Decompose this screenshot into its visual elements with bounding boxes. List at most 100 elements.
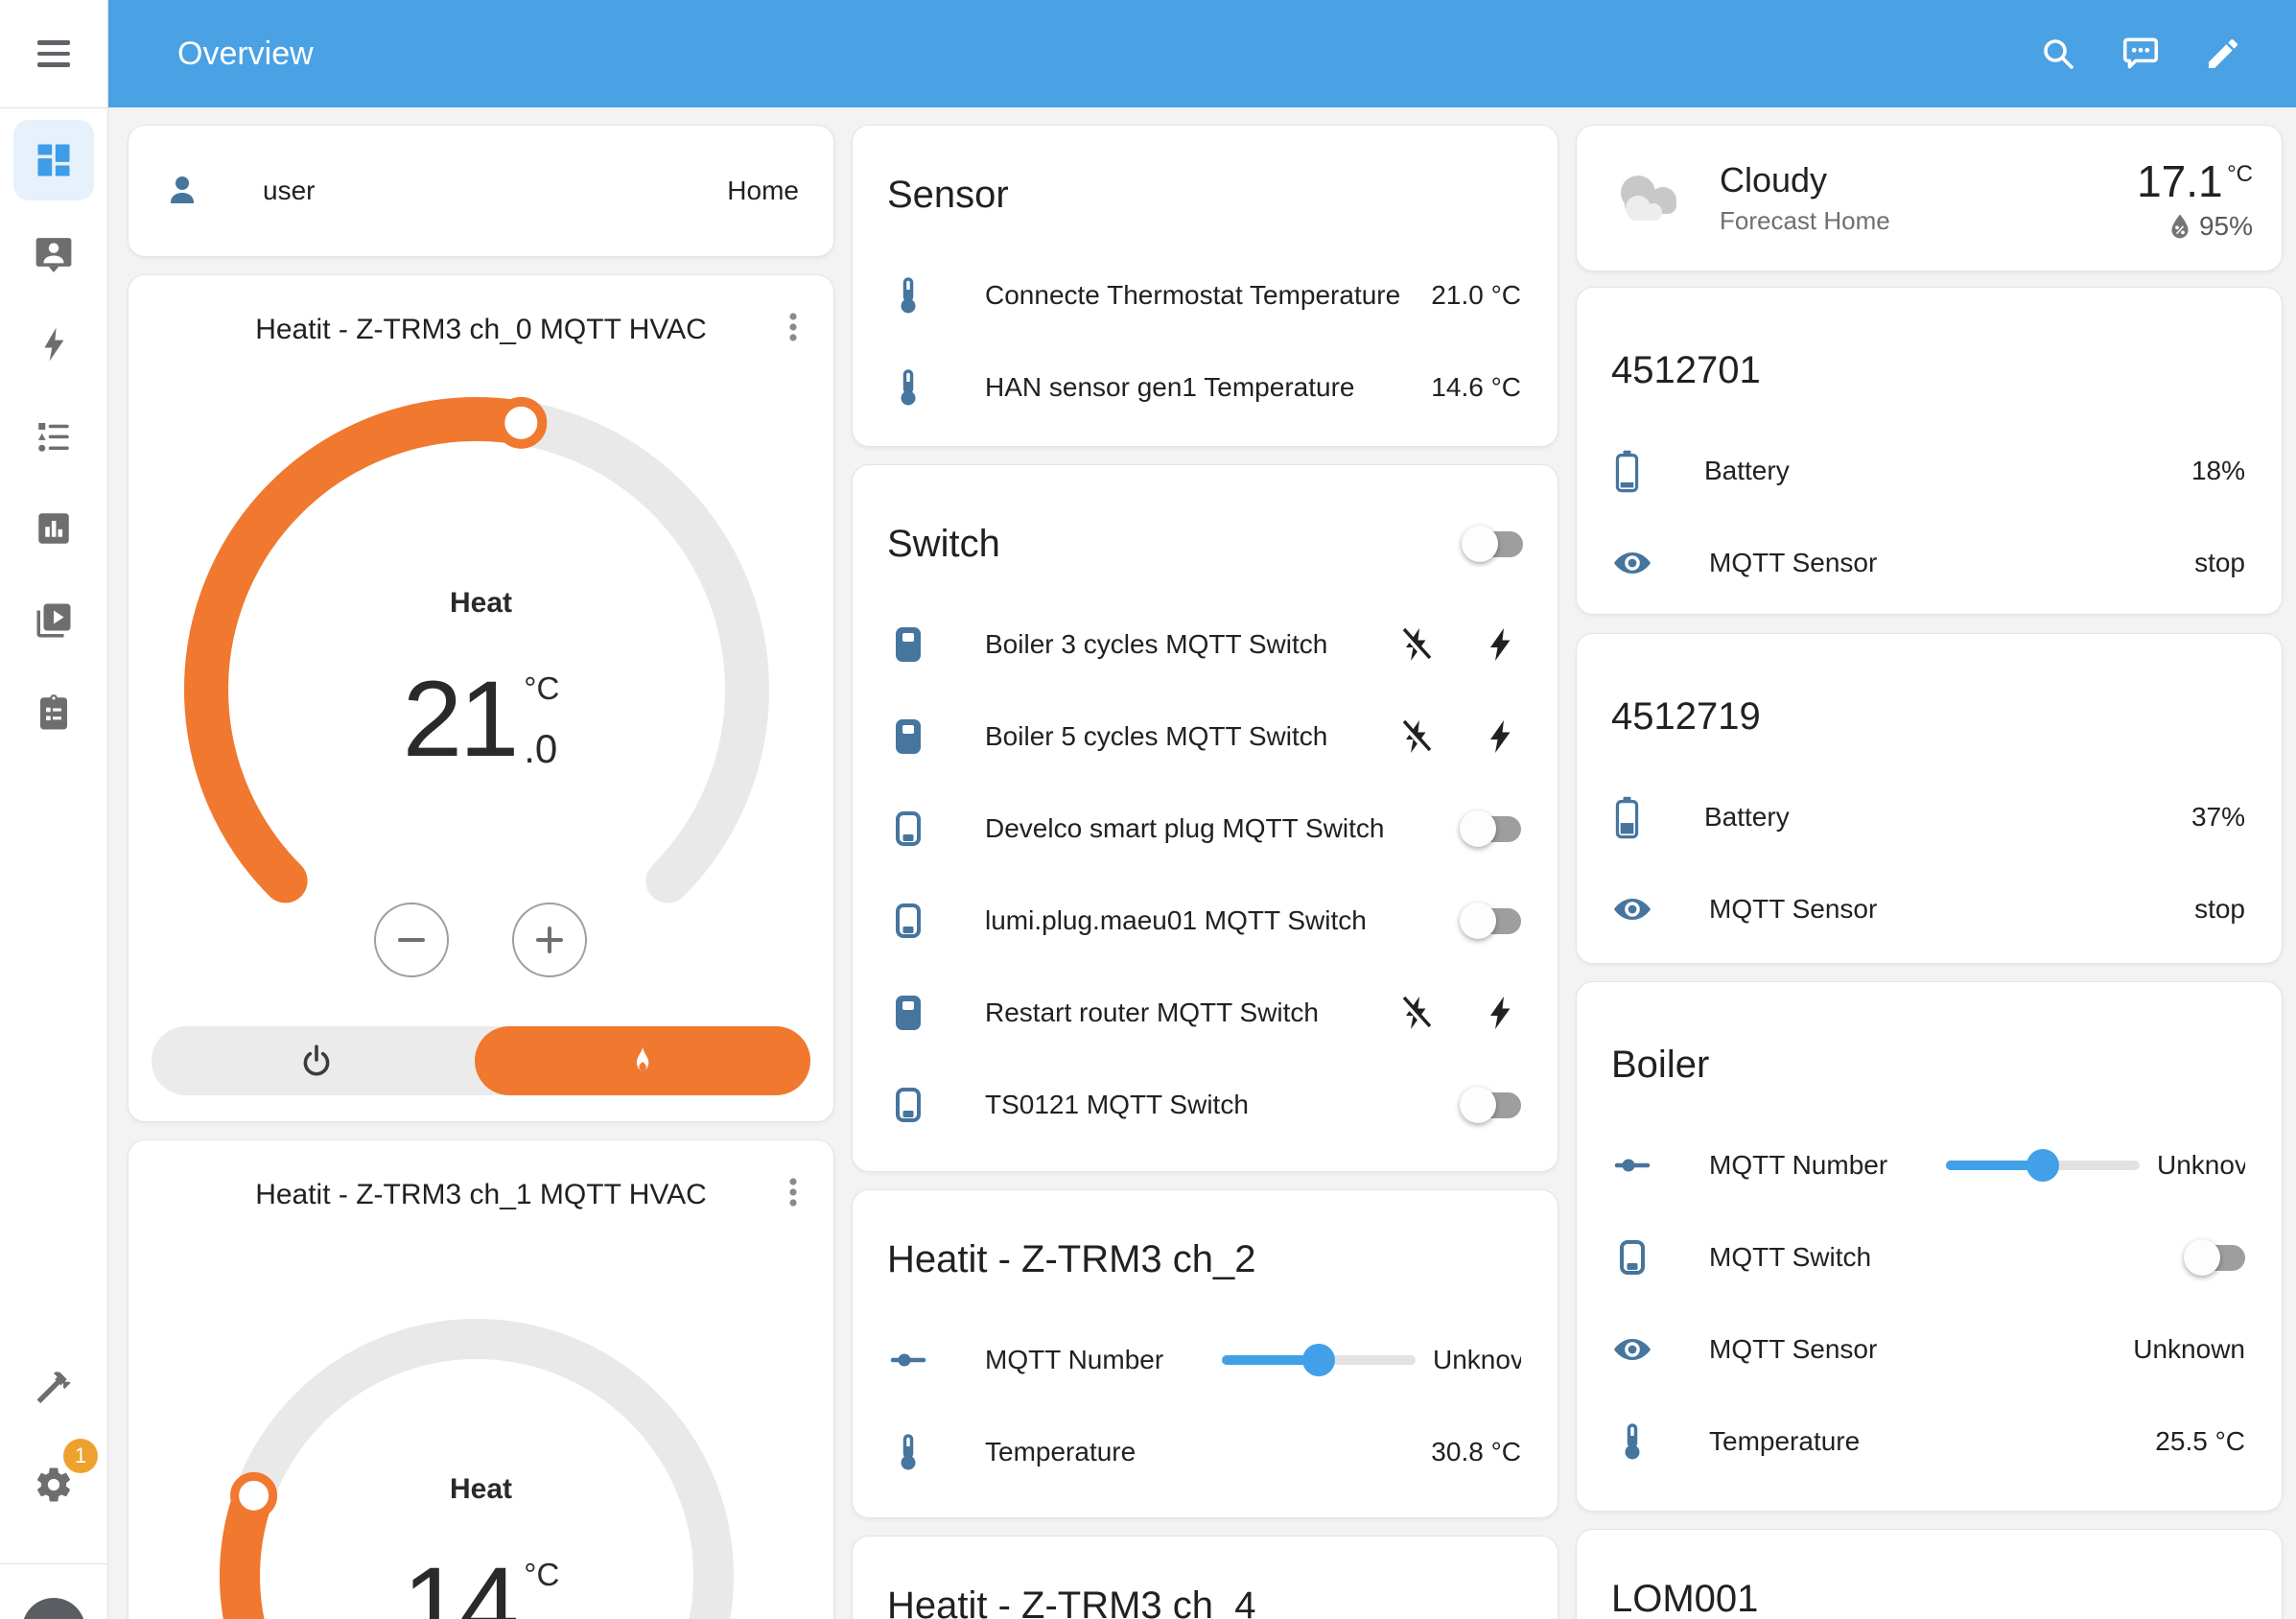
entity-name: MQTT Number [985,1345,1163,1375]
sidebar-divider [0,107,107,108]
logbook-list-icon [34,416,74,457]
thermometer-icon [889,1433,927,1471]
entity-row[interactable]: MQTT Number Unknov [853,1314,1558,1406]
sidebar-item-settings[interactable]: 1 [13,1444,94,1525]
entity-row[interactable]: MQTT Sensor stop [1577,863,2282,955]
person-name: user [263,176,315,206]
entity-name: MQTT Switch [1709,1242,1871,1273]
entity-row[interactable]: Temperature 30.8 °C [853,1406,1558,1498]
entity-row[interactable]: Boiler 5 cycles MQTT Switch [853,691,1558,783]
entity-name: lumi.plug.maeu01 MQTT Switch [985,905,1367,936]
temperature-decrease-button[interactable] [374,903,449,977]
flame-icon [624,1043,661,1079]
sidebar-item-developer-tools[interactable] [13,1347,94,1427]
hvac-mode-label: Heat [129,1473,833,1506]
user-avatar[interactable] [22,1598,85,1619]
entity-toggle[interactable] [1462,904,1521,937]
temperature-increase-button[interactable] [512,903,587,977]
thermometer-icon [889,276,927,315]
eye-icon [1613,890,1652,928]
entity-row[interactable]: Restart router MQTT Switch [853,967,1558,1059]
mqtt-number-slider[interactable] [1222,1343,1416,1377]
flash-on-button[interactable] [1483,717,1521,756]
sidebar-item-history[interactable] [13,488,94,569]
card-title: Switch [887,521,1000,567]
sidebar-item-media-browser[interactable] [13,580,94,661]
switch-group-toggle[interactable] [1464,528,1523,560]
thermostat-card-ch0: Heatit - Z-TRM3 ch_0 MQTT HVAC Heat 21 °… [128,274,834,1122]
weather-unit: °C [2227,161,2253,187]
person-location: Home [727,176,799,206]
search-button[interactable] [2037,33,2079,75]
entity-name: Boiler 3 cycles MQTT Switch [985,629,1327,660]
entity-row[interactable]: Battery 37% [1577,771,2282,863]
hvac-mode-heat-button[interactable] [475,1026,810,1095]
entity-value: 21.0 °C [1431,280,1521,311]
entity-row[interactable]: MQTT Number Unknov [1577,1119,2282,1211]
entity-row[interactable]: Connecte Thermostat Temperature 21.0 °C [853,249,1558,341]
person-icon [163,172,201,210]
card-menu-button[interactable] [774,1173,812,1211]
entity-row[interactable]: MQTT Sensor stop [1577,517,2282,609]
entity-row[interactable]: lumi.plug.maeu01 MQTT Switch [853,875,1558,967]
sidebar-item-logbook[interactable] [13,396,94,477]
flash-on-button[interactable] [1483,625,1521,664]
switch-off-icon [889,810,927,848]
entity-row[interactable]: Boiler 3 cycles MQTT Switch [853,598,1558,691]
card-title: Heatit - Z-TRM3 ch_2 [853,1190,1558,1282]
entity-toggle[interactable] [1462,1089,1521,1121]
humidity-icon [2168,212,2191,240]
switch-card: Switch Boiler 3 cycles MQTT Switch Boile… [852,464,1558,1172]
flash-off-button[interactable] [1398,994,1437,1032]
clipboard-list-icon [34,692,74,733]
entity-name: MQTT Sensor [1709,1334,1877,1365]
flash-on-button[interactable] [1483,994,1521,1032]
hammer-icon [34,1367,74,1407]
chat-icon [2120,34,2161,74]
mqtt-number-slider[interactable] [1946,1148,2140,1183]
entity-name: Connecte Thermostat Temperature [985,280,1400,311]
switch-off-icon [1613,1238,1652,1277]
person-card[interactable]: user Home [128,125,834,257]
dashboard-icon [33,139,75,181]
assist-button[interactable] [2120,33,2162,75]
entity-name: Boiler 5 cycles MQTT Switch [985,721,1327,752]
card-title: 4512719 [1577,634,2282,739]
device-card-4512701: 4512701 Battery 18% MQTT Sensor stop [1576,287,2283,615]
entity-value: 37% [2191,802,2245,833]
entity-row[interactable]: MQTT Switch [1577,1211,2282,1303]
entity-name: MQTT Number [1709,1150,1887,1181]
sidebar-item-energy[interactable] [13,304,94,385]
page-title: Overview [177,35,314,73]
entity-row[interactable]: HAN sensor gen1 Temperature 14.6 °C [853,341,1558,434]
sidebar-item-overview[interactable] [13,120,94,200]
slider-glyph-icon [1613,1146,1652,1185]
weather-card[interactable]: Cloudy Forecast Home 17.1 °C 95% [1576,125,2283,271]
entity-row[interactable]: Temperature 25.5 °C [1577,1396,2282,1488]
temperature-fraction: .0 [524,1612,559,1619]
heatit-ch2-card: Heatit - Z-TRM3 ch_2 MQTT Number Unknov … [852,1189,1558,1518]
entity-row[interactable]: Battery 18% [1577,425,2282,517]
hamburger-menu-icon[interactable] [0,0,107,107]
hvac-mode-off-button[interactable] [152,1026,481,1095]
entity-toggle[interactable] [2186,1241,2245,1274]
entity-value: stop [2194,894,2245,925]
entity-toggle[interactable] [1462,812,1521,845]
sidebar-item-todo[interactable] [13,672,94,753]
entity-row[interactable]: TS0121 MQTT Switch [853,1059,1558,1151]
entity-value: 25.5 °C [2155,1426,2245,1457]
thermostat-title: Heatit - Z-TRM3 ch_0 MQTT HVAC [129,314,833,346]
edit-dashboard-button[interactable] [2202,33,2244,75]
card-menu-button[interactable] [774,308,812,346]
switch-off-icon [889,1086,927,1124]
sidebar-item-map[interactable] [13,212,94,293]
entity-row[interactable]: Develco smart plug MQTT Switch [853,783,1558,875]
thermostat-card-ch1: Heatit - Z-TRM3 ch_1 MQTT HVAC Heat 14 °… [128,1139,834,1619]
entity-row[interactable]: MQTT Sensor Unknown [1577,1303,2282,1396]
card-title: Heatit - Z-TRM3 ch_4 [853,1537,1558,1619]
flash-off-button[interactable] [1398,717,1437,756]
entity-name: Restart router MQTT Switch [985,997,1319,1028]
card-title: Sensor [853,126,1558,218]
flash-off-button[interactable] [1398,625,1437,664]
entity-name: Develco smart plug MQTT Switch [985,813,1385,844]
